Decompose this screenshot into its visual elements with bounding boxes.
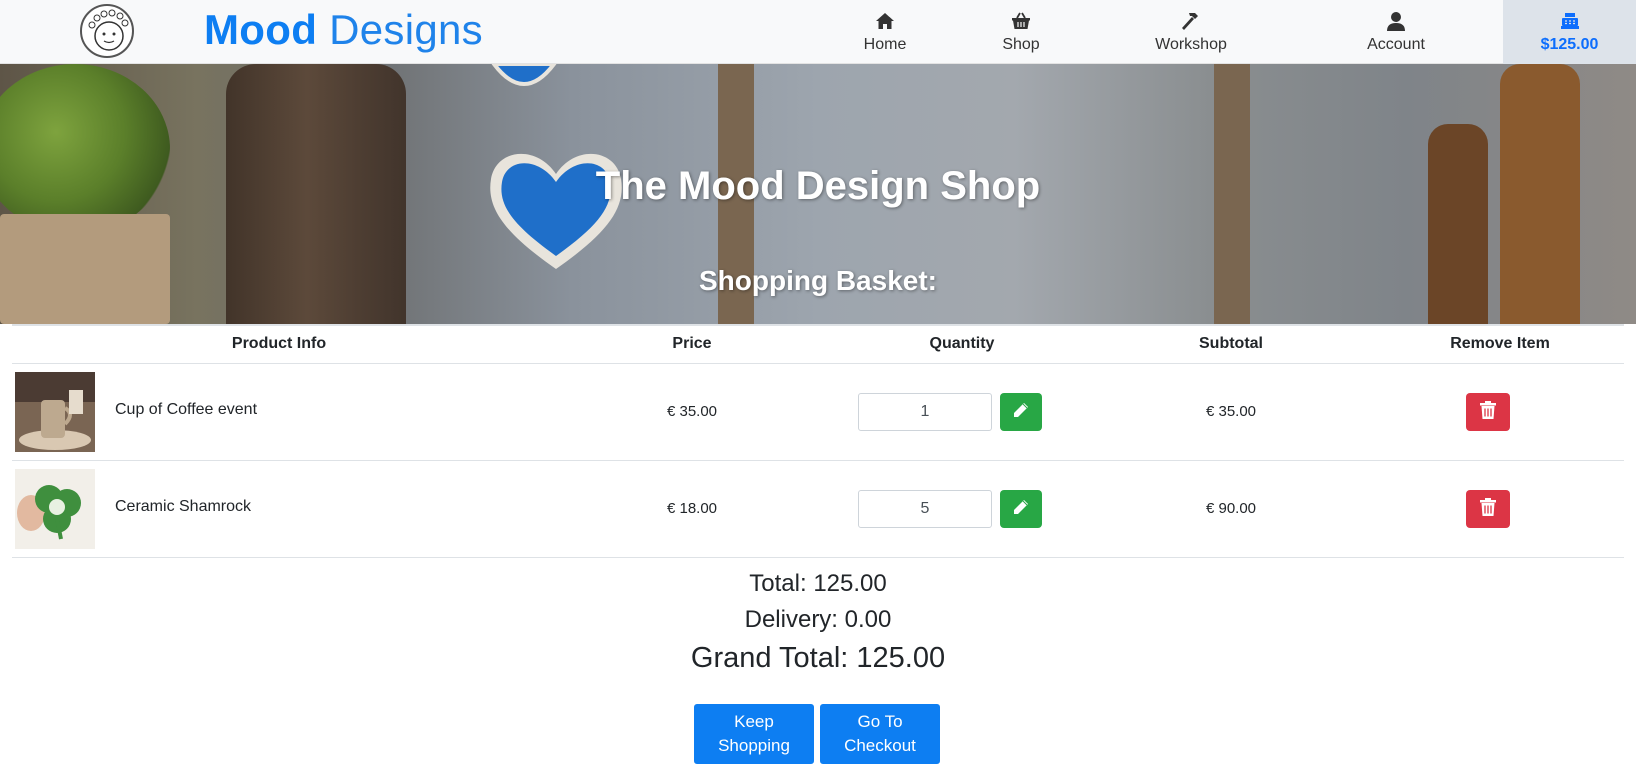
- cash-register-icon: [1560, 10, 1580, 32]
- quantity-input[interactable]: [858, 393, 992, 431]
- total-amount: Total: 125.00: [749, 570, 887, 597]
- trash-icon: [1480, 400, 1496, 424]
- delivery-amount: Delivery: 0.00: [744, 606, 892, 633]
- table-row: Cup of Coffee event € 35.00 € 35.00: [12, 364, 1624, 461]
- update-quantity-button[interactable]: [1000, 393, 1042, 431]
- basket-icon: [1011, 10, 1031, 32]
- go-to-checkout-button[interactable]: Go To Checkout: [820, 704, 940, 764]
- nav-account[interactable]: Account: [1346, 0, 1446, 64]
- table-row: Ceramic Shamrock € 18.00 € 90.00: [12, 461, 1624, 558]
- brand-title[interactable]: Mood Designs: [204, 6, 483, 54]
- table-header: Product Info Price Quantity Subtotal Rem…: [12, 324, 1624, 364]
- heart-top-decoration: [491, 64, 557, 86]
- remove-item-button[interactable]: [1466, 490, 1510, 528]
- product-subtotal: € 35.00: [1205, 403, 1257, 420]
- nav-shop[interactable]: Shop: [976, 0, 1066, 64]
- header-quantity: Quantity: [929, 335, 995, 352]
- brand-word-2: Designs: [317, 6, 483, 53]
- nav-home-label: Home: [863, 36, 907, 53]
- product-thumbnail[interactable]: [15, 372, 95, 452]
- remove-item-button[interactable]: [1466, 393, 1510, 431]
- header-remove-item: Remove Item: [1450, 335, 1550, 352]
- header-price: Price: [672, 335, 712, 352]
- brand-word-1: Mood: [204, 6, 318, 53]
- home-icon: [875, 10, 895, 32]
- logo[interactable]: [80, 4, 134, 58]
- hammer-icon: [1180, 10, 1202, 32]
- navbar: Mood Designs Home Shop Workshop Account …: [0, 0, 1636, 64]
- user-icon: [1386, 10, 1406, 32]
- nav-workshop-label: Workshop: [1155, 36, 1227, 53]
- grand-total-amount: Grand Total: 125.00: [690, 642, 946, 674]
- nav-shop-label: Shop: [1002, 36, 1040, 53]
- nav-account-label: Account: [1367, 36, 1425, 53]
- product-subtotal: € 90.00: [1205, 500, 1257, 517]
- product-thumbnail[interactable]: [15, 469, 95, 549]
- nav-basket[interactable]: $125.00: [1503, 0, 1636, 64]
- header-product-info: Product Info: [231, 335, 327, 352]
- basket-heading: Shopping Basket:: [698, 265, 937, 296]
- pencil-icon: [1013, 499, 1029, 520]
- basket-table: Product Info Price Quantity Subtotal Rem…: [12, 324, 1624, 558]
- hero-banner: The Mood Design Shop Shopping Basket:: [0, 64, 1636, 324]
- basket-total: $125.00: [1540, 36, 1599, 53]
- page-title: The Mood Design Shop: [595, 164, 1041, 208]
- quantity-input[interactable]: [858, 490, 992, 528]
- order-totals: Total: 125.00 Delivery: 0.00 Grand Total…: [0, 566, 1636, 678]
- product-price: € 35.00: [666, 403, 718, 420]
- product-name[interactable]: Cup of Coffee event: [115, 401, 257, 419]
- pencil-icon: [1013, 402, 1029, 423]
- update-quantity-button[interactable]: [1000, 490, 1042, 528]
- product-name[interactable]: Ceramic Shamrock: [115, 498, 251, 516]
- nav-home[interactable]: Home: [840, 0, 930, 64]
- keep-shopping-button[interactable]: Keep Shopping: [694, 704, 814, 764]
- trash-icon: [1480, 497, 1496, 521]
- product-price: € 18.00: [666, 500, 718, 517]
- nav-workshop[interactable]: Workshop: [1140, 0, 1242, 64]
- header-subtotal: Subtotal: [1199, 335, 1263, 352]
- basket-actions: Keep Shopping Go To Checkout: [694, 704, 940, 764]
